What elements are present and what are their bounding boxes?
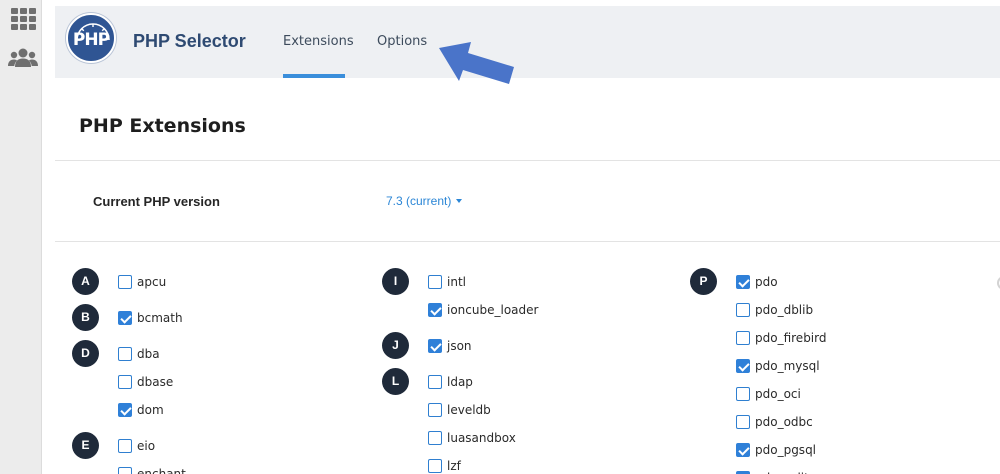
extension-checkbox[interactable] [736,275,750,289]
extension-row: ioncube_loader [382,296,662,324]
logo-text: PHP [72,30,110,50]
extension-label: ldap [447,375,473,389]
extension-row: Bbcmath [72,304,352,332]
extension-checkbox[interactable] [118,311,132,325]
extension-label: apcu [137,275,167,289]
extension-label: luasandbox [447,431,516,445]
extension-row: pdo_pgsql [690,436,970,464]
extension-checkbox[interactable] [428,275,442,289]
extension-row: Lldap [382,368,662,396]
extension-checkbox[interactable] [428,431,442,445]
extension-label: dom [137,403,164,417]
extension-row: dbase [72,368,352,396]
left-rail [0,0,42,474]
extension-row: pdo_firebird [690,324,970,352]
extension-checkbox[interactable] [736,443,750,457]
extension-row: enchant [72,460,352,474]
extension-label: ioncube_loader [447,303,539,317]
extension-checkbox[interactable] [118,403,132,417]
letter-badge: E [72,432,99,459]
extension-checkbox[interactable] [118,439,132,453]
extension-label: lzf [447,459,461,473]
php-version-dropdown[interactable]: 7.3 (current) [386,194,463,208]
letter-badge: B [72,304,99,331]
extension-checkbox[interactable] [428,375,442,389]
extension-checkbox[interactable] [428,339,442,353]
extension-label: pdo_odbc [755,415,813,429]
php-logo: PHP [66,13,116,63]
letter-badge: L [382,368,409,395]
extension-checkbox[interactable] [118,467,132,474]
extension-row: pdo_dblib [690,296,970,324]
extension-label: bcmath [137,311,183,325]
extension-label: json [447,339,472,353]
extension-row: dom [72,396,352,424]
letter-badge: I [382,268,409,295]
pointer-arrow-icon [439,42,514,84]
php-version-label: Current PHP version [93,194,220,209]
extension-label: pdo_oci [755,387,801,401]
extension-label: pdo_dblib [755,303,814,317]
extension-label: pdo [755,275,778,289]
extension-label: intl [447,275,466,289]
extension-checkbox[interactable] [118,275,132,289]
extension-row: pdo_sqlite [690,464,970,474]
extension-checkbox[interactable] [736,415,750,429]
extension-label: pdo_mysql [755,359,820,373]
letter-badge: J [382,332,409,359]
extension-row: Ddba [72,340,352,368]
extension-row: leveldb [382,396,662,424]
letter-badge: A [72,268,99,295]
extension-checkbox[interactable] [118,375,132,389]
extension-checkbox[interactable] [428,303,442,317]
extension-label: eio [137,439,156,453]
extension-label: pdo_pgsql [755,443,817,457]
users-icon[interactable] [8,46,38,72]
extension-label: dbase [137,375,174,389]
extension-label: pdo_firebird [755,331,827,345]
extension-label: enchant [137,467,186,474]
divider [55,241,1000,242]
extension-checkbox[interactable] [736,387,750,401]
extension-checkbox[interactable] [428,403,442,417]
divider [55,160,1000,161]
extension-row: Eeio [72,432,352,460]
extension-row: luasandbox [382,424,662,452]
extension-checkbox[interactable] [118,347,132,361]
extension-checkbox[interactable] [736,303,750,317]
letter-badge: P [690,268,717,295]
extension-label: dba [137,347,160,361]
letter-badge: D [72,340,99,367]
extension-label: leveldb [447,403,491,417]
extension-checkbox[interactable] [736,359,750,373]
tab-options[interactable]: Options [377,34,427,49]
extension-row: Aapcu [72,268,352,296]
app-header: PHP PHP Selector Extensions Options [55,6,1000,78]
extension-row: Iintl [382,268,662,296]
active-tab-indicator [283,74,345,78]
php-version-value: 7.3 (current) [386,194,452,208]
extension-checkbox[interactable] [428,459,442,473]
extension-row: Ppdo [690,268,970,296]
caret-down-icon [456,198,463,203]
apps-grid-icon[interactable] [8,6,36,32]
extension-checkbox[interactable] [736,331,750,345]
extension-row: Jjson [382,332,662,360]
extension-row: pdo_oci [690,380,970,408]
tab-extensions[interactable]: Extensions [283,34,354,49]
extension-row: pdo_mysql [690,352,970,380]
extension-row: lzf [382,452,662,474]
extension-row: pdo_odbc [690,408,970,436]
app-title: PHP Selector [133,31,246,51]
page-title: PHP Extensions [79,115,246,137]
